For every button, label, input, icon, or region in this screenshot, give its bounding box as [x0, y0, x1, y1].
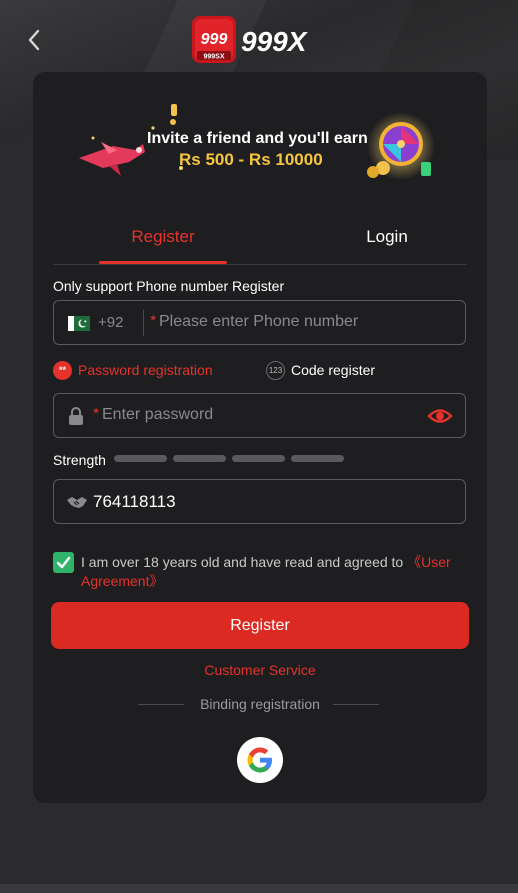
register-card: Invite a friend and you'll earn Rs 500 -… — [33, 72, 487, 803]
logo-text: 999X — [241, 26, 309, 57]
strength-bar — [291, 455, 344, 462]
logo-badge-text: 999 — [201, 31, 228, 48]
brand-logo: 999 999SX 999X — [190, 14, 330, 66]
handshake-icon — [67, 497, 87, 508]
google-login-button[interactable] — [237, 737, 283, 783]
banner-headline: Invite a friend and you'll earn — [147, 130, 368, 147]
strength-bar — [173, 455, 226, 462]
eye-icon[interactable] — [427, 406, 453, 426]
bottom-strip — [0, 884, 518, 893]
banner-amount: Rs 500 - Rs 10000 — [179, 150, 323, 169]
customer-service-link[interactable]: Customer Service — [33, 662, 487, 678]
required-mark: * — [150, 313, 157, 330]
check-icon — [56, 556, 71, 569]
plane-icon — [79, 142, 145, 176]
invite-code-field[interactable]: 764118113 — [53, 479, 466, 524]
agreement-statement: I am over 18 years old and have read and… — [81, 554, 408, 570]
tab-register[interactable]: Register — [99, 222, 227, 264]
password-placeholder: Enter password — [102, 406, 214, 423]
lock-icon — [69, 407, 83, 425]
numeric-code-icon: 123 — [266, 361, 285, 380]
registration-options: ** Password registration 123 Code regist… — [53, 359, 467, 381]
password-field[interactable]: * Enter password — [53, 393, 466, 438]
register-button[interactable]: Register — [51, 602, 469, 649]
strength-bar — [232, 455, 285, 462]
prize-wheel-icon — [367, 112, 435, 180]
required-mark: * — [93, 406, 100, 423]
agree-checkbox[interactable] — [53, 552, 74, 573]
code-register-label: Code register — [291, 362, 376, 378]
phone-field[interactable]: +92 * Please enter Phone number — [53, 300, 466, 345]
logo-badge-sub: 999SX — [203, 54, 224, 61]
tab-login[interactable]: Login — [323, 222, 451, 263]
binding-registration-label: Binding registration — [200, 696, 320, 712]
back-button[interactable] — [22, 26, 48, 54]
strength-bar — [114, 455, 167, 462]
agreement-text: I am over 18 years old and have read and… — [81, 553, 471, 591]
auth-tabs: Register Login — [53, 222, 467, 265]
phone-placeholder: Please enter Phone number — [159, 313, 359, 330]
password-registration-label: Password registration — [78, 362, 213, 378]
strength-label: Strength — [53, 452, 106, 468]
password-dots-icon: ** — [53, 361, 72, 380]
field-divider — [143, 310, 144, 336]
country-code[interactable]: +92 — [98, 314, 123, 331]
phone-only-label: Only support Phone number Register — [53, 278, 285, 294]
pakistan-flag-icon — [68, 316, 90, 331]
invite-code-value: 764118113 — [93, 492, 176, 511]
google-icon — [247, 747, 272, 773]
chevron-left-icon — [28, 29, 40, 51]
divider-line — [333, 704, 379, 705]
